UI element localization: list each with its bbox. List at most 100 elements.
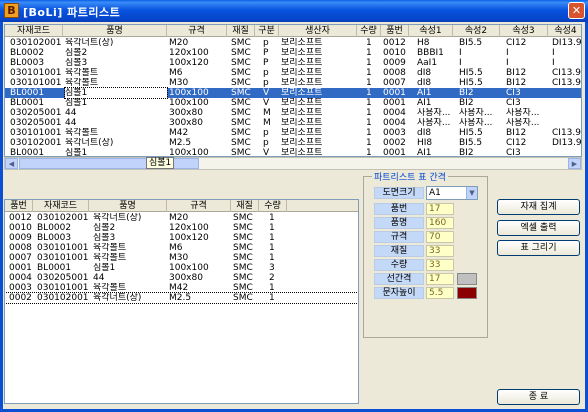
table-cell: M42 (169, 283, 189, 293)
chevron-down-icon[interactable]: ▼ (466, 187, 477, 199)
drawing-size-select[interactable]: A1 ▼ (426, 186, 478, 200)
top-col-header[interactable]: 속성4 (548, 25, 581, 37)
table-row[interactable]: 030101001 육각볼트 M6 SMC p 보리소프트 1 0008 dI8 HI5.5 BI1… (5, 68, 581, 78)
aggregate-row[interactable]: 0010 BL0002 심볼2 120x100 SMC 1 (5, 223, 358, 233)
table-cell: DI13.9 (552, 138, 582, 148)
spacing-input[interactable]: 33 (426, 259, 454, 271)
table-cell: CI13.9 (552, 78, 581, 88)
table-row[interactable]: 030102001 육각너트(상) M20 SMC p 보리소프트 1 0012 H8 BI5.5… (5, 38, 581, 48)
aggregate-table[interactable]: 품번 자재코드 품명 규격 재질 수량 0012 030102001 육각너트(상) M20 SM… (4, 199, 359, 404)
bot-col-header[interactable]: 품번 (5, 200, 33, 212)
aggregate-row[interactable]: 0004 030205001 44 300x80 SMC 2 (5, 273, 358, 283)
table-cell: AI1 (417, 88, 432, 98)
horizontal-scrollbar[interactable]: ◀ 심볼1 ▶ (4, 157, 582, 170)
table-cell: I (459, 58, 462, 68)
table-row[interactable]: 030101001 육각볼트 M30 SMC p 보리소프트 1 0007 dI8 HI5.5 BI… (5, 78, 581, 88)
top-col-header[interactable]: 생산자 (279, 25, 357, 37)
table-cell: 300x80 (169, 273, 203, 283)
table-cell: AI1 (417, 148, 432, 157)
aggregate-row[interactable]: 0007 030101001 육각볼트 M30 SMC 1 (5, 253, 358, 263)
table-row[interactable]: 030205001 44 300x80 SMC M 보리소프트 1 0004 사용자... 사용자… (5, 118, 581, 128)
table-cell: 심볼2 (93, 223, 116, 233)
table-cell: 100x120 (169, 233, 209, 243)
table-cell: 육각볼트 (65, 78, 99, 88)
collect-materials-button[interactable]: 자재 집계 (497, 199, 580, 215)
table-cell: 보리소프트 (281, 138, 323, 148)
table-cell: 0008 (383, 68, 406, 78)
table-cell: 030101001 (37, 243, 89, 253)
table-row[interactable]: BL0003 심볼3 100x120 SMC P 보리소프트 1 0009 AaI1 I I I (5, 58, 581, 68)
table-cell: 심볼1 (93, 263, 116, 273)
excel-export-button[interactable]: 엑셀 출력 (497, 220, 580, 236)
aggregate-row[interactable]: 0009 BL0003 심볼3 100x120 SMC 1 (5, 233, 358, 243)
table-row[interactable]: 030102001 육각너트(상) M2.5 SMC p 보리소프트 1 0002 HI8 BI5… (5, 138, 581, 148)
bot-col-header[interactable]: 자재코드 (33, 200, 89, 212)
table-cell: 1 (269, 243, 275, 253)
table-row[interactable]: BL0002 심볼2 120x100 SMC P 보리소프트 1 0010 BBBI1 I I I (5, 48, 581, 58)
top-col-header[interactable]: 자재코드 (5, 25, 63, 37)
bot-col-header[interactable]: 재질 (231, 200, 259, 212)
spacing-label: 문자높이 (374, 287, 424, 299)
exit-button[interactable]: 종 료 (497, 389, 580, 405)
table-row[interactable]: BL0001 심볼1 100x100 SMC V 보리소프트 1 0001 AI1 BI2 CI3 (5, 87, 581, 99)
spacing-input[interactable]: 160 (426, 217, 454, 229)
bot-col-header[interactable]: 품명 (89, 200, 167, 212)
aggregate-row[interactable]: 0001 BL0001 심볼1 100x100 SMC 3 (5, 263, 358, 273)
top-col-header[interactable]: 규격 (167, 25, 227, 37)
table-cell: V (263, 98, 270, 108)
scroll-right-arrow-icon[interactable]: ▶ (568, 158, 581, 169)
table-cell: 사용자... (459, 118, 493, 128)
spacing-label: 규격 (374, 231, 424, 243)
bot-col-header[interactable]: 규격 (167, 200, 231, 212)
table-row[interactable]: BL0001 심볼1 100x100 SMC V 보리소프트 1 0001 AI1 BI2 CI3 (5, 148, 581, 157)
top-col-header[interactable]: 품번 (381, 25, 409, 37)
table-cell: SMC (231, 38, 251, 48)
top-col-header[interactable]: 수량 (357, 25, 381, 37)
table-cell: CI3 (506, 148, 521, 157)
aggregate-row[interactable]: 0002 030102001 육각너트(상) M2.5 SMC 1 (5, 292, 358, 304)
draw-table-button[interactable]: 표 그리기 (497, 240, 580, 256)
aggregate-row[interactable]: 0003 030101001 육각볼트 M42 SMC 1 (5, 283, 358, 293)
table-cell: dI8 (417, 128, 432, 138)
line-color-swatch[interactable] (457, 273, 477, 285)
table-row[interactable]: 030205001 44 300x80 SMC M 보리소프트 1 0004 사용자... 사용자… (5, 108, 581, 118)
table-cell: 보리소프트 (281, 108, 323, 118)
top-col-header[interactable]: 속성1 (409, 25, 453, 37)
aggregate-row[interactable]: 0012 030102001 육각너트(상) M20 SMC 1 (5, 213, 358, 223)
table-row[interactable]: BL0001 심볼1 100x100 SMC V 보리소프트 1 0001 AI1 BI2 CI3 (5, 98, 581, 108)
table-cell: M (263, 108, 271, 118)
part-list-table[interactable]: 자재코드 품명 규격 재질 구분 생산자 수량 품번 속성1 속성2 속성3 속성4 03010200… (4, 24, 582, 157)
table-spacing-panel: 파트리스트 표 간격 도면크기 A1 ▼ 품번 17 품명 160 규격 70 재질 33 수량… (363, 170, 488, 338)
text-color-swatch[interactable] (457, 287, 477, 299)
spacing-input[interactable]: 70 (426, 231, 454, 243)
table-cell (552, 148, 581, 156)
table-cell: 보리소프트 (281, 88, 323, 98)
spacing-input[interactable]: 33 (426, 245, 454, 257)
table-cell: 1 (269, 213, 275, 223)
close-window-button[interactable]: ✕ (568, 2, 585, 19)
table-cell: I (506, 58, 509, 68)
bot-col-header[interactable]: 수량 (259, 200, 287, 212)
table-cell (552, 98, 581, 108)
top-col-header[interactable]: 품명 (63, 25, 167, 37)
top-col-header[interactable]: 속성3 (500, 25, 548, 37)
table-cell: 0004 (383, 108, 406, 118)
table-cell: 0001 (383, 88, 406, 98)
scroll-left-arrow-icon[interactable]: ◀ (5, 158, 18, 169)
top-col-header[interactable]: 속성2 (453, 25, 500, 37)
spacing-input[interactable]: 17 (426, 203, 454, 215)
table-row[interactable]: 030101001 육각볼트 M42 SMC p 보리소프트 1 0003 dI8 HI5.5 BI… (5, 128, 581, 138)
table-cell: M6 (169, 68, 183, 78)
table-cell: 보리소프트 (281, 118, 323, 128)
table-cell: SMC (231, 58, 251, 68)
drawing-size-label: 도면크기 (374, 187, 424, 199)
aggregate-row[interactable]: 0008 030101001 육각볼트 M6 SMC 1 (5, 243, 358, 253)
spacing-input[interactable]: 5.5 (426, 287, 454, 299)
table-cell: 보리소프트 (281, 128, 323, 138)
top-col-header[interactable]: 구분 (255, 25, 279, 37)
top-col-header[interactable]: 재질 (227, 25, 255, 37)
table-cell: 육각너트(상) (93, 213, 142, 223)
spacing-input[interactable]: 17 (426, 273, 454, 285)
table-cell: BL0003 (10, 58, 45, 68)
table-cell: CI13.9 (552, 128, 581, 138)
